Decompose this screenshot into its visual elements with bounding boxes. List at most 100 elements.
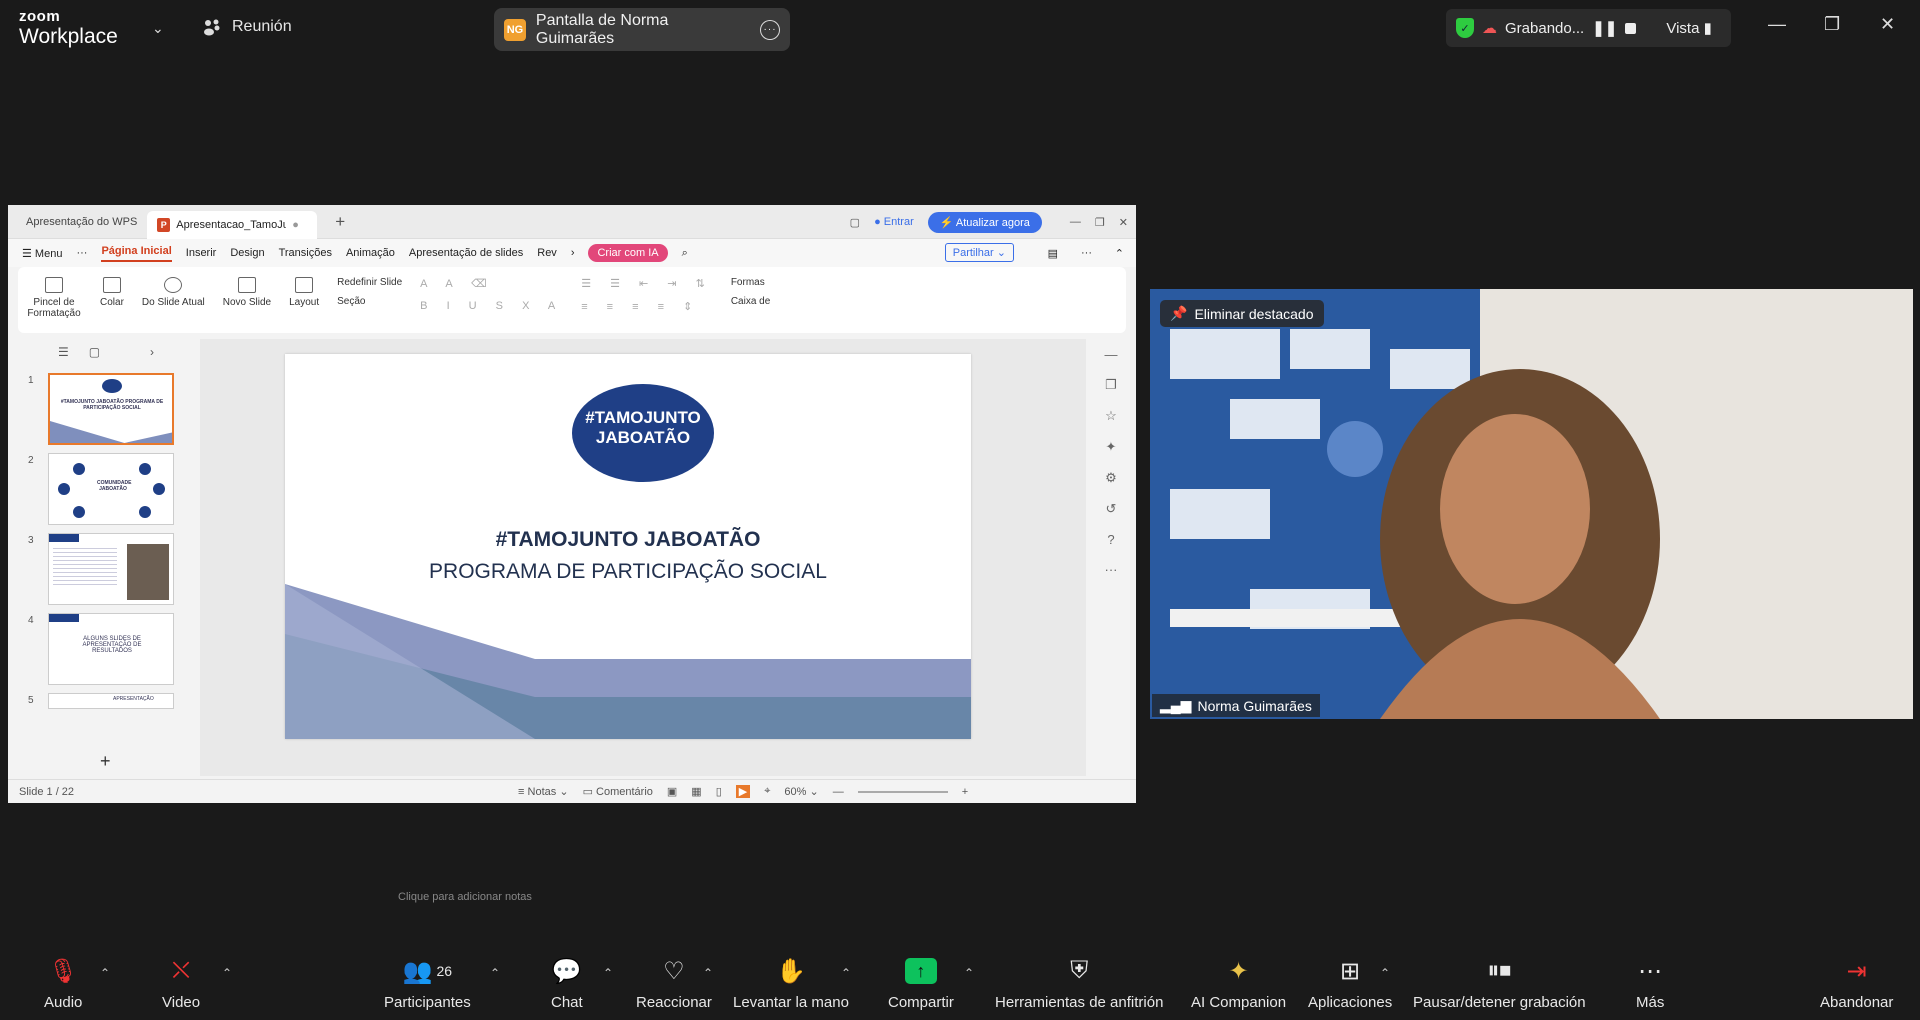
- thumbnail-3[interactable]: 3: [28, 533, 200, 605]
- view-button[interactable]: Vista ▮: [1666, 19, 1712, 37]
- screen-share-indicator[interactable]: NG Pantalla de Norma Guimarães ···: [494, 8, 790, 51]
- ai-create-button[interactable]: Criar com IA: [588, 244, 668, 262]
- chevron-up-icon[interactable]: ⌃: [603, 966, 613, 980]
- chevron-up-icon[interactable]: ⌃: [100, 966, 110, 980]
- history-icon[interactable]: ↺: [1106, 501, 1117, 517]
- menu-item-home[interactable]: Página Inicial: [101, 245, 172, 262]
- tab-presentation[interactable]: P Apresentacao_TamoJuntoJG_c ●: [147, 210, 318, 239]
- wps-account-area: ▢ ● Entrar ⚡ Atualizar agora — ❐ ✕: [850, 205, 1128, 239]
- pause-icon[interactable]: ❚❚: [1592, 19, 1617, 37]
- chat-button[interactable]: 💬 Chat: [551, 956, 583, 1012]
- shapes-button[interactable]: Formas: [731, 277, 770, 288]
- login-button[interactable]: ● Entrar: [874, 216, 914, 228]
- slide-canvas[interactable]: #TAMOJUNTO JABOATÃO #TAMOJUNTO JABOATÃO …: [285, 354, 971, 739]
- chevron-up-icon[interactable]: ⌃: [703, 966, 713, 980]
- more-icon[interactable]: ···: [76, 247, 87, 259]
- close-icon[interactable]: ✕: [1119, 216, 1128, 229]
- chevron-up-icon[interactable]: ⌃: [490, 966, 500, 980]
- participants-button[interactable]: 👥 26 Participantes: [384, 956, 471, 1012]
- normal-view-icon[interactable]: ▣: [667, 785, 677, 798]
- chevron-up-icon[interactable]: ⌃: [222, 966, 232, 980]
- magic-icon[interactable]: ✦: [1106, 439, 1117, 455]
- ai-companion-button[interactable]: ✦ AI Companion: [1191, 956, 1286, 1012]
- host-tools-button[interactable]: ⛨ Herramientas de anfitrión: [995, 956, 1163, 1011]
- menu-item-menu[interactable]: ☰ Menu: [22, 247, 62, 260]
- chevron-right-icon[interactable]: ›: [571, 247, 575, 259]
- share-screen-button[interactable]: ↑ Compartir: [888, 956, 954, 1011]
- restore-icon[interactable]: ❐: [1095, 216, 1105, 229]
- zoom-in-icon[interactable]: +: [962, 786, 968, 798]
- menu-item-review[interactable]: Rev: [537, 247, 557, 259]
- notes-toggle[interactable]: ≡ Notas ⌄: [518, 785, 569, 798]
- notes-input[interactable]: Clique para adicionar notas: [398, 891, 532, 903]
- more-button[interactable]: ⋯ Más: [1636, 956, 1664, 1012]
- from-current-slide-button[interactable]: Do Slide Atual: [142, 271, 205, 308]
- add-slide-button[interactable]: +: [100, 751, 111, 772]
- restore-icon[interactable]: ❐: [1824, 14, 1840, 35]
- zoom-select[interactable]: 60% ⌄: [784, 785, 818, 798]
- collapse-ribbon-icon[interactable]: ⌃: [1115, 247, 1124, 260]
- chevron-up-icon[interactable]: ⌃: [841, 966, 851, 980]
- thumbnail-4[interactable]: 4 ALGUNS SLIDES DE APRESENTAÇÃO DE RESUL…: [28, 613, 200, 685]
- clone-icon[interactable]: ❐: [1105, 377, 1117, 393]
- menu-item-slideshow[interactable]: Apresentação de slides: [409, 247, 523, 259]
- tab-wps-home[interactable]: Apresentação do WPS: [16, 216, 147, 228]
- raise-hand-button[interactable]: ✋ Levantar la mano: [733, 956, 849, 1012]
- sorter-view-icon[interactable]: ▦: [691, 785, 701, 798]
- zoom-out-icon[interactable]: —: [833, 786, 844, 798]
- react-button[interactable]: ♡ Reaccionar: [636, 956, 712, 1012]
- stop-icon[interactable]: [1625, 22, 1637, 34]
- unpin-spotlight-button[interactable]: 📌 Eliminar destacado: [1160, 300, 1324, 327]
- more-options-icon[interactable]: ···: [1081, 247, 1092, 259]
- chevron-up-icon[interactable]: ⌃: [1380, 966, 1390, 980]
- menu-item-animation[interactable]: Animação: [346, 247, 395, 259]
- spotlight-video[interactable]: 📌 Eliminar destacado ▂▄▆ Norma Guimarães: [1150, 289, 1913, 719]
- search-icon[interactable]: ⌕: [682, 247, 688, 260]
- reading-view-icon[interactable]: ▯: [716, 785, 722, 798]
- thumbnail-1[interactable]: 1 #TAMOJUNTO JABOATÃO PROGRAMA DE PARTIC…: [28, 373, 200, 445]
- menu-item-transitions[interactable]: Transições: [279, 247, 332, 259]
- section-button[interactable]: Seção: [337, 296, 402, 307]
- textbox-button[interactable]: Caixa de: [731, 296, 770, 307]
- slide-view-icon[interactable]: ▢: [89, 345, 100, 359]
- meeting-info-button[interactable]: Reunión: [202, 18, 292, 36]
- menu-item-design[interactable]: Design: [230, 247, 264, 259]
- play-slideshow-icon[interactable]: ▶: [735, 785, 751, 798]
- thumbnail-number: 5: [28, 695, 34, 706]
- layout-button[interactable]: Layout: [289, 271, 319, 308]
- thumbnail-5[interactable]: 5 APRESENTAÇÃO: [28, 693, 200, 709]
- format-painter-button[interactable]: Pincel de Formatação: [26, 271, 82, 319]
- slide-actions: Redefinir Slide Seção: [337, 271, 402, 307]
- reset-slide-button[interactable]: Redefinir Slide: [337, 277, 402, 288]
- close-icon[interactable]: ✕: [1880, 14, 1895, 35]
- minimize-icon[interactable]: —: [1070, 216, 1081, 228]
- apps-button[interactable]: ⊞ Aplicaciones: [1308, 956, 1392, 1012]
- thumbnail-2[interactable]: 2 COMUNIDADE JABOATÃO: [28, 453, 200, 525]
- chevron-up-icon[interactable]: ⌃: [964, 966, 974, 980]
- video-button[interactable]: ⛌ Video: [162, 956, 200, 1011]
- new-tab-icon[interactable]: +: [335, 212, 345, 232]
- leave-button[interactable]: ⇥ Abandonar: [1820, 956, 1893, 1012]
- window-icon[interactable]: ▢: [850, 216, 860, 229]
- zoom-slider[interactable]: [857, 790, 948, 793]
- audio-button[interactable]: 🎙 Audio: [44, 956, 82, 1012]
- fit-icon[interactable]: ⌖: [764, 785, 770, 798]
- chevron-down-icon[interactable]: ⌄: [152, 20, 164, 37]
- share-button[interactable]: Partilhar ⌄: [944, 243, 1014, 262]
- comment-toggle[interactable]: ▭ Comentário: [583, 785, 653, 798]
- help-icon[interactable]: ?: [1107, 532, 1114, 547]
- settings-sliders-icon[interactable]: ⚙: [1105, 470, 1117, 486]
- comment-icon[interactable]: ▤: [1048, 247, 1058, 260]
- pause-stop-recording-button[interactable]: ⏸⏹ Pausar/detener grabación: [1413, 956, 1586, 1011]
- upgrade-button[interactable]: ⚡ Atualizar agora: [927, 211, 1042, 233]
- new-slide-button[interactable]: Novo Slide: [223, 271, 271, 308]
- minus-icon[interactable]: —: [1105, 347, 1118, 362]
- minimize-icon[interactable]: —: [1768, 14, 1786, 35]
- more-options-icon[interactable]: ···: [760, 19, 780, 40]
- menu-item-insert[interactable]: Inserir: [186, 247, 217, 259]
- outline-view-icon[interactable]: ☰: [58, 345, 69, 359]
- expand-pane-icon[interactable]: ›: [150, 345, 154, 359]
- more-icon[interactable]: ···: [1105, 562, 1118, 577]
- star-icon[interactable]: ☆: [1105, 408, 1117, 424]
- paste-button[interactable]: Colar: [100, 271, 124, 308]
